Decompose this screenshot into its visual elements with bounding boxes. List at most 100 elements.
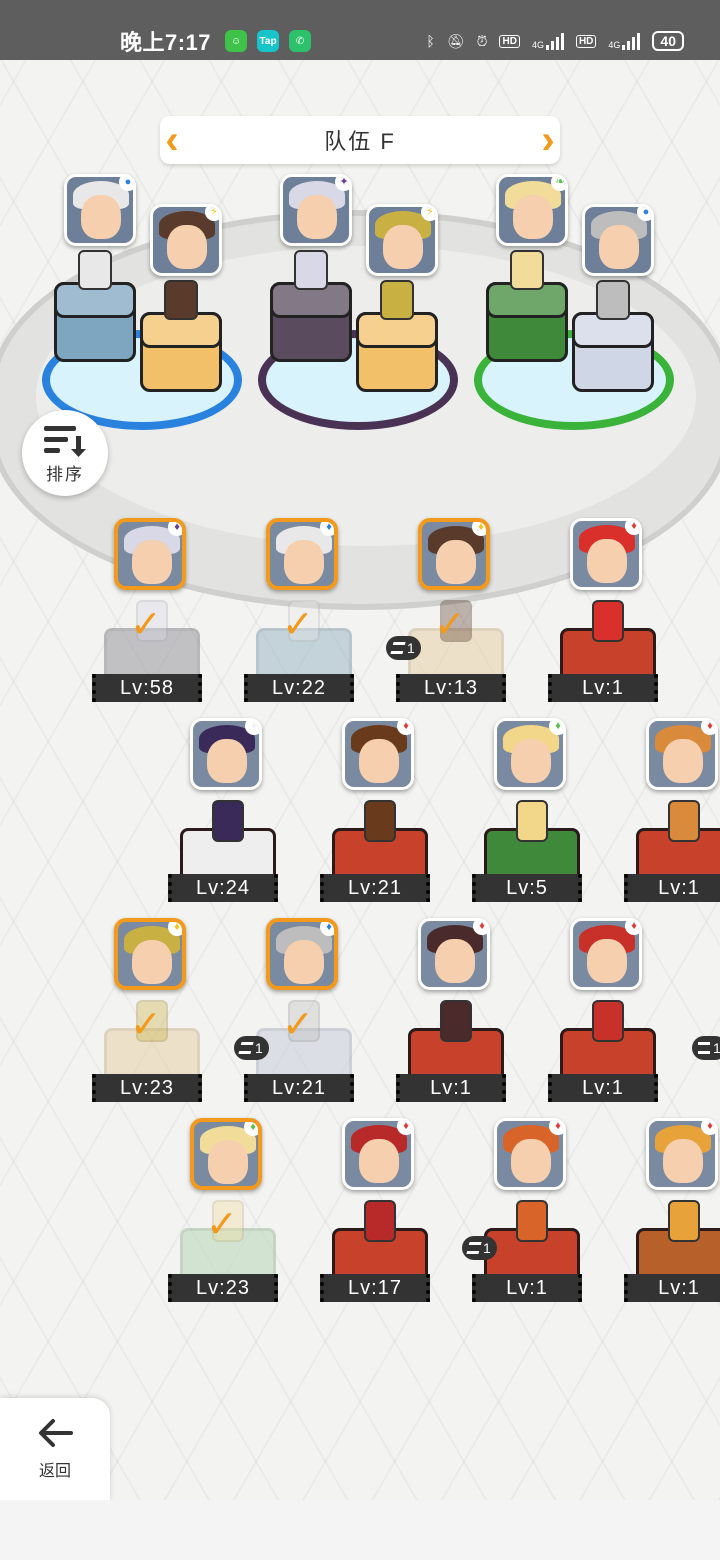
- element-icon: ♦: [701, 1121, 715, 1135]
- portrait-face: [297, 195, 337, 239]
- signal-icon-2: 4G: [608, 32, 641, 50]
- hero-sprite: [364, 800, 396, 842]
- sort-icon: [44, 425, 86, 457]
- hero-portrait[interactable]: ♦: [418, 918, 490, 990]
- badge-count: 1: [483, 1240, 491, 1256]
- sort-label: 排序: [46, 464, 84, 484]
- hd-badge: HD: [499, 34, 520, 48]
- portrait-face: [663, 1139, 703, 1183]
- element-icon: ♦: [549, 721, 563, 735]
- hero-card[interactable]: ♦ ✓ Lv:23: [168, 1118, 288, 1308]
- hero-card[interactable]: ♦ ✓ 1 Lv:21: [234, 918, 364, 1108]
- hero-portrait[interactable]: ♦: [342, 1118, 414, 1190]
- hero-card[interactable]: ♦ ✓ Lv:22: [244, 518, 364, 708]
- team-member-portrait[interactable]: ●: [582, 204, 654, 276]
- hero-portrait[interactable]: ♦: [418, 518, 490, 590]
- hero-card[interactable]: ♦ Lv:1: [624, 1118, 720, 1308]
- chat-icon: ☺: [225, 30, 248, 52]
- badge-count: 1: [255, 1040, 263, 1056]
- stack-icon: [238, 1042, 254, 1054]
- status-app-icons: ☺ Tap ✆: [225, 30, 312, 52]
- hero-card[interactable]: ♦ Lv:17: [320, 1118, 440, 1308]
- hero-card[interactable]: ♦ Lv:5: [472, 718, 592, 908]
- hero-portrait[interactable]: ♦: [494, 718, 566, 790]
- portrait-face: [587, 539, 627, 583]
- element-icon: ♦: [397, 721, 411, 735]
- hero-sprite: [440, 1000, 472, 1042]
- hero-card[interactable]: ♦ 1 Lv:1: [462, 1118, 592, 1308]
- team-member-platform: [270, 282, 352, 362]
- portrait-face: [436, 540, 476, 584]
- team-member-portrait[interactable]: ❧: [496, 174, 568, 246]
- hero-level: Lv:23: [168, 1274, 278, 1302]
- hero-level: Lv:13: [396, 674, 506, 702]
- hero-level: Lv:21: [320, 874, 430, 902]
- earth-element-icon: ❧: [551, 177, 565, 191]
- hero-portrait[interactable]: ♦: [570, 918, 642, 990]
- team-member-platform: [140, 312, 222, 392]
- system-nav-bar: [0, 1500, 720, 1560]
- next-team-button[interactable]: ›: [536, 116, 560, 164]
- team-slot[interactable]: ✦ ⚡︎: [258, 170, 458, 460]
- alarm-icon: ⏰︎: [476, 32, 488, 49]
- hero-portrait[interactable]: ♦: [494, 1118, 566, 1190]
- hero-card[interactable]: ♦ Lv:24: [168, 718, 288, 908]
- hero-portrait[interactable]: ♦: [114, 518, 186, 590]
- prev-team-button[interactable]: ‹: [160, 116, 184, 164]
- hero-level: Lv:21: [244, 1074, 354, 1102]
- hero-portrait[interactable]: ♦: [646, 718, 718, 790]
- bluetooth-icon: ᛒ: [426, 33, 435, 49]
- hero-portrait[interactable]: ♦: [646, 1118, 718, 1190]
- hero-portrait[interactable]: ♦: [114, 918, 186, 990]
- hero-sprite: [592, 600, 624, 642]
- hero-card[interactable]: ♦ Lv:21: [320, 718, 440, 908]
- team-slot[interactable]: ❧ ●: [474, 170, 674, 460]
- lightning-element-icon: ⚡︎: [205, 207, 219, 221]
- portrait-face: [513, 195, 553, 239]
- portrait-face: [284, 940, 324, 984]
- hero-portrait[interactable]: ♦: [190, 718, 262, 790]
- hero-card[interactable]: ♦ Lv:1: [396, 918, 516, 1108]
- sort-button[interactable]: 排序: [22, 410, 108, 496]
- element-icon: ♦: [625, 521, 639, 535]
- team-member-portrait[interactable]: ✦: [280, 174, 352, 246]
- hero-portrait[interactable]: ♦: [266, 518, 338, 590]
- team-count-badge: 1: [234, 1036, 269, 1060]
- portrait-face: [284, 540, 324, 584]
- portrait-face: [207, 739, 247, 783]
- hero-card[interactable]: ♦ Lv:1: [624, 718, 720, 908]
- team-member-portrait[interactable]: ⚡︎: [150, 204, 222, 276]
- taptap-icon: Tap: [257, 30, 280, 52]
- phone-icon: ✆: [289, 30, 312, 52]
- hero-sprite: [364, 1200, 396, 1242]
- team-title: 队伍 F: [324, 129, 396, 154]
- hero-portrait[interactable]: ♦: [266, 918, 338, 990]
- hero-card[interactable]: ♦ ✓ Lv:23: [92, 918, 212, 1108]
- team-member-platform: [486, 282, 568, 362]
- selected-check-icon: ✓: [434, 604, 466, 646]
- hero-card[interactable]: ♦ Lv:1: [548, 518, 668, 708]
- hero-card[interactable]: ♦ ✓ Lv:58: [92, 518, 212, 708]
- hero-portrait[interactable]: ♦: [342, 718, 414, 790]
- hero-sprite: [668, 800, 700, 842]
- element-icon: ♦: [244, 1122, 258, 1136]
- hero-sprite: [510, 250, 544, 290]
- portrait-face: [132, 940, 172, 984]
- portrait-face: [511, 1139, 551, 1183]
- hero-card[interactable]: ♦ ✓ 1 Lv:13: [386, 518, 516, 708]
- portrait-face: [383, 225, 423, 269]
- team-member-portrait[interactable]: ●: [64, 174, 136, 246]
- hd-badge-2: HD: [575, 34, 597, 48]
- portrait-face: [167, 225, 207, 269]
- team-member-portrait[interactable]: ⚡︎: [366, 204, 438, 276]
- selected-check-icon: ✓: [130, 1004, 162, 1046]
- team-count-badge: 1: [462, 1236, 497, 1260]
- portrait-face: [359, 1139, 399, 1183]
- portrait-face: [599, 225, 639, 269]
- portrait-face: [511, 739, 551, 783]
- hero-portrait[interactable]: ♦: [570, 518, 642, 590]
- hero-card[interactable]: ♦ Lv:1: [548, 918, 668, 1108]
- back-button[interactable]: 返回: [0, 1398, 110, 1500]
- element-icon: ♦: [625, 921, 639, 935]
- hero-portrait[interactable]: ♦: [190, 1118, 262, 1190]
